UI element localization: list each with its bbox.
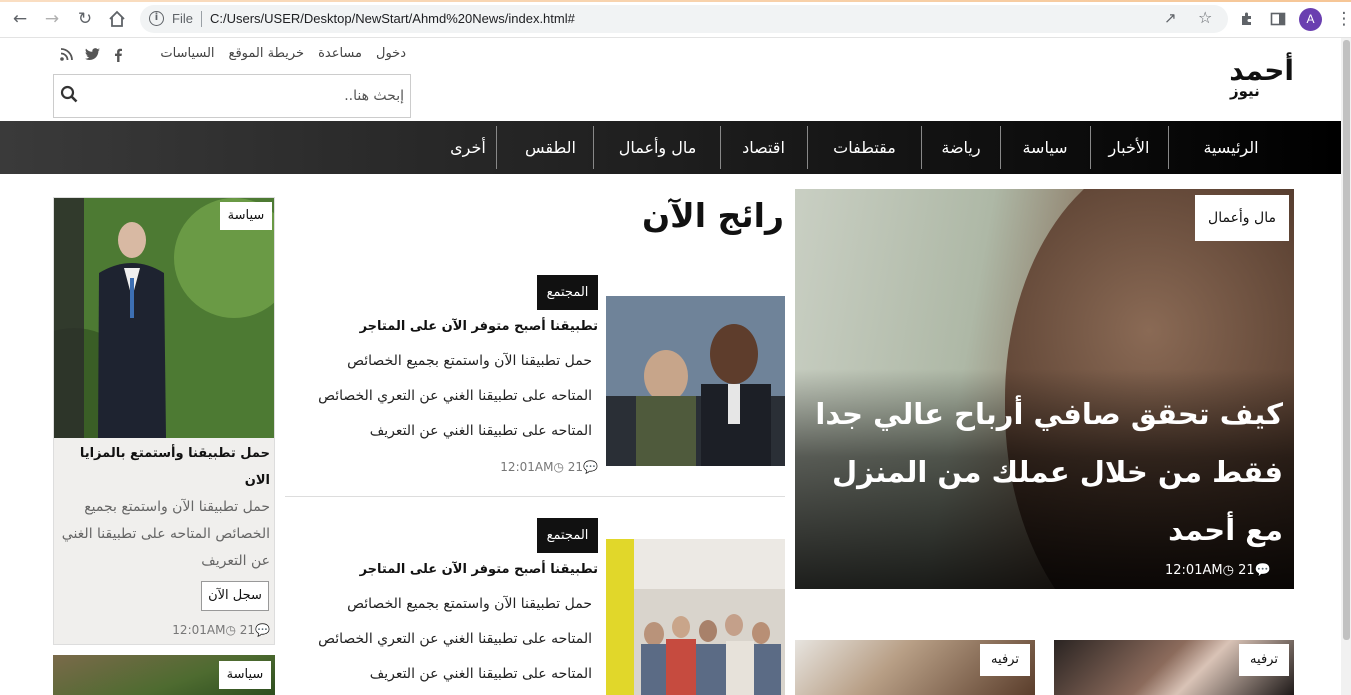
card-category-tag[interactable]: ترفيه [1239, 644, 1289, 676]
nav-divider [720, 126, 721, 169]
nav-item-excerpts[interactable]: مقتطفات [808, 126, 921, 169]
profile-avatar[interactable]: A [1299, 8, 1322, 31]
nav-item-politics[interactable]: سياسة [1000, 126, 1090, 169]
article-excerpt-line: المتاحه على تطبيقنا الغني عن التعري الخص… [318, 631, 592, 647]
site-logo-sub: نيوز [1230, 82, 1260, 100]
clock-icon: ◷ [553, 460, 564, 474]
card-time: 12:01AM [172, 623, 226, 637]
card-body: حمل تطبيقنا الآن واستمتع بجميع الخصائص ا… [61, 499, 270, 569]
comments-icon: 💬 [583, 460, 598, 474]
side-panel-icon[interactable] [1267, 8, 1289, 30]
article-time: 12:01AM [500, 460, 554, 474]
share-icon[interactable]: ↗ [1164, 9, 1177, 27]
article-excerpt-line: المتاحه على تطبيقنا الغني عن التعريف [369, 666, 592, 682]
back-icon[interactable]: ← [9, 8, 31, 30]
card-image[interactable] [54, 198, 274, 438]
article-excerpt-line: حمل تطبيقنا الآن واستمتع بجميع الخصائص [347, 353, 592, 369]
hero-time: 12:01AM [1165, 563, 1223, 578]
article-excerpt-line: حمل تطبيقنا الآن واستمتع بجميع الخصائص [347, 596, 592, 612]
bottom-article-card[interactable]: ترفيه [795, 640, 1035, 695]
hero-article[interactable]: مال وأعمال كيف تحقق صافي أرباح عالي جدا … [795, 189, 1294, 589]
trending-heading: رائج الآن [641, 196, 784, 235]
loading-bar [0, 0, 1351, 2]
nav-item-economy[interactable]: اقتصاد [720, 126, 807, 169]
search-input[interactable] [84, 81, 404, 111]
nav-item-sports[interactable]: رياضة [922, 126, 1000, 169]
hero-comments: 21 [1238, 563, 1255, 578]
nav-divider [496, 126, 497, 169]
article-image[interactable] [606, 539, 785, 695]
search-box [53, 74, 411, 118]
hero-category-tag[interactable]: مال وأعمال [1195, 195, 1289, 241]
site-header: أحمد نيوز دخول مساعدة خريطة الموقع السيا… [0, 38, 1341, 121]
bottom-article-card[interactable]: ترفيه [1054, 640, 1294, 695]
nav-item-news[interactable]: الأخبار [1090, 126, 1168, 169]
browser-toolbar: ← → ↻ i File C:/Users/USER/Desktop/NewSt… [0, 0, 1351, 38]
nav-item-business[interactable]: مال وأعمال [595, 126, 720, 169]
article-excerpt-line: المتاحه على تطبيقنا الغني عن التعري الخص… [318, 388, 592, 404]
nav-divider [593, 126, 594, 169]
card-comments: 21 [239, 623, 256, 637]
article-image[interactable] [606, 296, 785, 466]
forward-icon[interactable]: → [41, 8, 63, 30]
login-link[interactable]: دخول [376, 46, 406, 66]
scrollbar-thumb[interactable] [1343, 40, 1350, 640]
top-links: دخول مساعدة خريطة الموقع السياسات [136, 46, 406, 66]
sitemap-link[interactable]: خريطة الموقع [229, 46, 305, 66]
card-title[interactable]: حمل تطبيقنا وأستمتع بالمزايا الان [68, 440, 270, 494]
comments-icon: 💬 [255, 623, 270, 637]
card-meta: 💬21 ◷12:01AM [164, 623, 270, 637]
search-icon[interactable] [60, 85, 78, 105]
nav-item-home[interactable]: الرئيسية [1196, 126, 1266, 169]
twitter-icon[interactable] [85, 48, 100, 65]
nav-item-other[interactable]: أخرى [440, 126, 496, 169]
url-separator [201, 11, 202, 27]
nav-item-weather[interactable]: الطقس [508, 126, 593, 169]
facebook-icon[interactable] [113, 48, 123, 66]
side-article-card: سياسة حمل تطبيقنا وأستمتع بالمزايا الان … [53, 197, 275, 645]
article-title[interactable]: تطبيقنا أصبح متوفر الآن على المتاجر [290, 562, 598, 577]
main-nav: الرئيسية الأخبار سياسة رياضة مقتطفات اقت… [0, 121, 1341, 174]
home-icon[interactable] [106, 8, 128, 30]
policies-link[interactable]: السياسات [160, 46, 214, 66]
url-text[interactable]: C:/Users/USER/Desktop/NewStart/Ahmd%20Ne… [210, 11, 575, 26]
clock-icon: ◷ [1222, 563, 1234, 578]
article-comments: 21 [567, 460, 584, 474]
nav-divider [1168, 126, 1169, 169]
card-category-tag[interactable]: سياسة [219, 661, 271, 689]
card-category-tag[interactable]: ترفيه [980, 644, 1030, 676]
hero-title[interactable]: كيف تحقق صافي أرباح عالي جدا فقط من خلال… [815, 385, 1283, 559]
bookmark-star-icon[interactable]: ☆ [1198, 8, 1212, 27]
article-meta: 💬21 ◷12:01AM [450, 460, 598, 474]
comments-icon: 💬 [1254, 563, 1271, 578]
extensions-icon[interactable] [1236, 8, 1258, 30]
nav-divider [807, 126, 808, 169]
nav-divider [1090, 126, 1091, 169]
menu-kebab-icon[interactable]: ⋮ [1333, 8, 1351, 30]
help-link[interactable]: مساعدة [318, 46, 362, 66]
article-divider [285, 496, 785, 497]
register-button[interactable]: سجل الآن [201, 581, 269, 611]
clock-icon: ◷ [225, 623, 236, 637]
article-category-tag[interactable]: المجتمع [537, 518, 598, 553]
reload-icon[interactable]: ↻ [74, 8, 96, 30]
article-category-tag[interactable]: المجتمع [537, 275, 598, 310]
side-article-card[interactable]: سياسة [53, 655, 275, 695]
nav-divider [1000, 126, 1001, 169]
article-excerpt-line: المتاحه على تطبيقنا الغني عن التعريف [369, 423, 592, 439]
rss-icon[interactable] [60, 48, 73, 65]
site-info-icon[interactable]: i [149, 11, 164, 26]
file-label: File [172, 11, 193, 26]
article-title[interactable]: تطبيقنا أصبح متوفر الآن على المتاجر [290, 319, 598, 334]
address-bar[interactable]: i File C:/Users/USER/Desktop/NewStart/Ah… [140, 5, 1228, 33]
card-category-tag[interactable]: سياسة [220, 202, 272, 230]
hero-meta: 💬21 ◷12:01AM [1165, 563, 1271, 578]
nav-divider [921, 126, 922, 169]
